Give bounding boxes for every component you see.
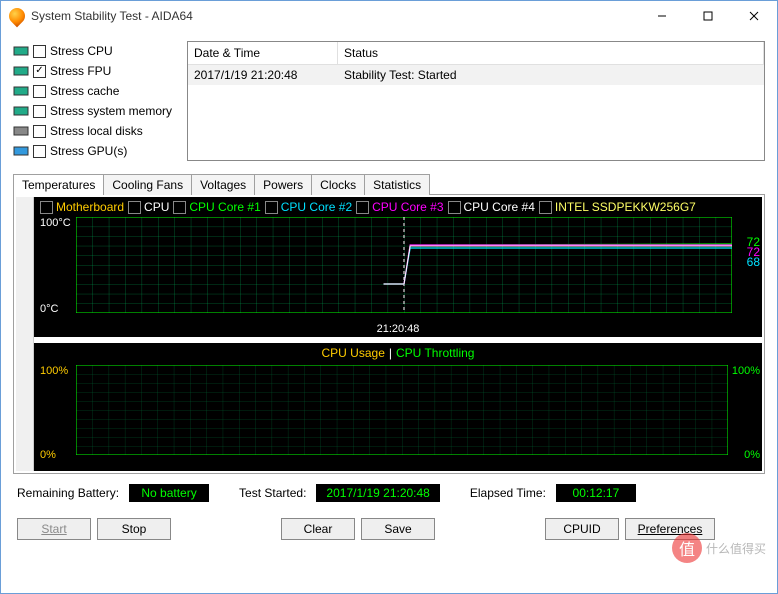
tab-temperatures[interactable]: Temperatures [13,174,104,195]
legend-label: INTEL SSDPEKKW256G7 [555,200,696,214]
checkbox[interactable] [33,65,46,78]
stress-option[interactable]: Stress CPU [13,41,179,61]
log-cell-status: Stability Test: Started [338,65,764,85]
checkbox[interactable] [539,201,552,214]
stress-option[interactable]: Stress FPU [13,61,179,81]
checkbox[interactable] [40,201,53,214]
legend-label: CPU Core #1 [189,200,260,214]
stress-option[interactable]: Stress GPU(s) [13,141,179,161]
log-cell-datetime: 2017/1/19 21:20:48 [188,65,338,85]
stress-label: Stress local disks [50,124,143,138]
log-header-status[interactable]: Status [338,42,764,64]
temp-readout: 68 [747,257,760,267]
stress-option[interactable]: Stress cache [13,81,179,101]
battery-label: Remaining Battery: [17,486,119,500]
legend-item[interactable]: INTEL SSDPEKKW256G7 [539,200,696,214]
y-top-label: 100°C [40,217,71,229]
close-button[interactable] [731,1,777,31]
clear-button[interactable]: Clear [281,518,355,540]
checkbox[interactable] [265,201,278,214]
checkbox[interactable] [33,45,46,58]
minimize-button[interactable] [639,1,685,31]
legend-item[interactable]: CPU Core #2 [265,200,352,214]
save-button[interactable]: Save [361,518,435,540]
status-bar: Remaining Battery: No battery Test Start… [13,478,765,508]
checkbox[interactable] [173,201,186,214]
event-log: Date & Time Status 2017/1/19 21:20:48 St… [187,41,765,161]
stress-icon [13,103,29,119]
stress-icon [13,143,29,159]
legend-item[interactable]: CPU Core #3 [356,200,443,214]
checkbox[interactable] [128,201,141,214]
checkbox[interactable] [33,105,46,118]
tab-voltages[interactable]: Voltages [191,174,255,195]
legend-item[interactable]: Motherboard [40,200,124,214]
stop-button[interactable]: Stop [97,518,171,540]
legend-label: CPU Core #4 [464,200,535,214]
chart-scrollbar[interactable] [16,197,34,471]
legend-item[interactable]: CPU Core #1 [173,200,260,214]
y-bot-label: 0°C [40,303,58,315]
checkbox[interactable] [33,125,46,138]
stress-label: Stress CPU [50,44,113,58]
start-button: Start [17,518,91,540]
maximize-button[interactable] [685,1,731,31]
tab-clocks[interactable]: Clocks [311,174,365,195]
throttling-legend: CPU Throttling [396,346,474,360]
stress-icon [13,43,29,59]
legend-item[interactable]: CPU Core #4 [448,200,535,214]
stress-label: Stress system memory [50,104,172,118]
stress-icon [13,63,29,79]
stress-icon [13,83,29,99]
stress-options: Stress CPU Stress FPU Stress cache Stress s… [13,41,179,161]
stress-label: Stress GPU(s) [50,144,127,158]
temperature-chart: Motherboard CPU CPU Core #1 CPU Core #2 CPU … [34,197,762,337]
tab-strip: TemperaturesCooling FansVoltagesPowersCl… [13,173,765,194]
started-value: 2017/1/19 21:20:48 [316,484,439,502]
usage-legend: CPU Usage [322,346,385,360]
stress-option[interactable]: Stress local disks [13,121,179,141]
legend-label: CPU [144,200,169,214]
cpuid-button[interactable]: CPUID [545,518,619,540]
stress-option[interactable]: Stress system memory [13,101,179,121]
legend-label: Motherboard [56,200,124,214]
app-icon [6,5,29,28]
preferences-button[interactable]: Preferences [625,518,715,540]
legend-label: CPU Core #2 [281,200,352,214]
elapsed-label: Elapsed Time: [470,486,546,500]
titlebar: System Stability Test - AIDA64 [1,1,777,31]
started-label: Test Started: [239,486,306,500]
time-marker: 21:20:48 [377,323,420,335]
log-header-datetime[interactable]: Date & Time [188,42,338,64]
button-bar: Start Stop Clear Save CPUID Preferences [13,512,765,546]
checkbox[interactable] [448,201,461,214]
log-row[interactable]: 2017/1/19 21:20:48 Stability Test: Start… [188,65,764,85]
checkbox[interactable] [33,145,46,158]
checkbox[interactable] [356,201,369,214]
cpu-usage-chart: CPU Usage | CPU Throttling 100% 0% 100% … [34,343,762,471]
tab-cooling-fans[interactable]: Cooling Fans [103,174,192,195]
window-title: System Stability Test - AIDA64 [31,9,639,23]
stress-label: Stress cache [50,84,119,98]
stress-label: Stress FPU [50,64,111,78]
tab-statistics[interactable]: Statistics [364,174,430,195]
tab-powers[interactable]: Powers [254,174,312,195]
battery-value: No battery [129,484,209,502]
checkbox[interactable] [33,85,46,98]
stress-icon [13,123,29,139]
legend-label: CPU Core #3 [372,200,443,214]
elapsed-value: 00:12:17 [556,484,636,502]
legend-item[interactable]: CPU [128,200,169,214]
